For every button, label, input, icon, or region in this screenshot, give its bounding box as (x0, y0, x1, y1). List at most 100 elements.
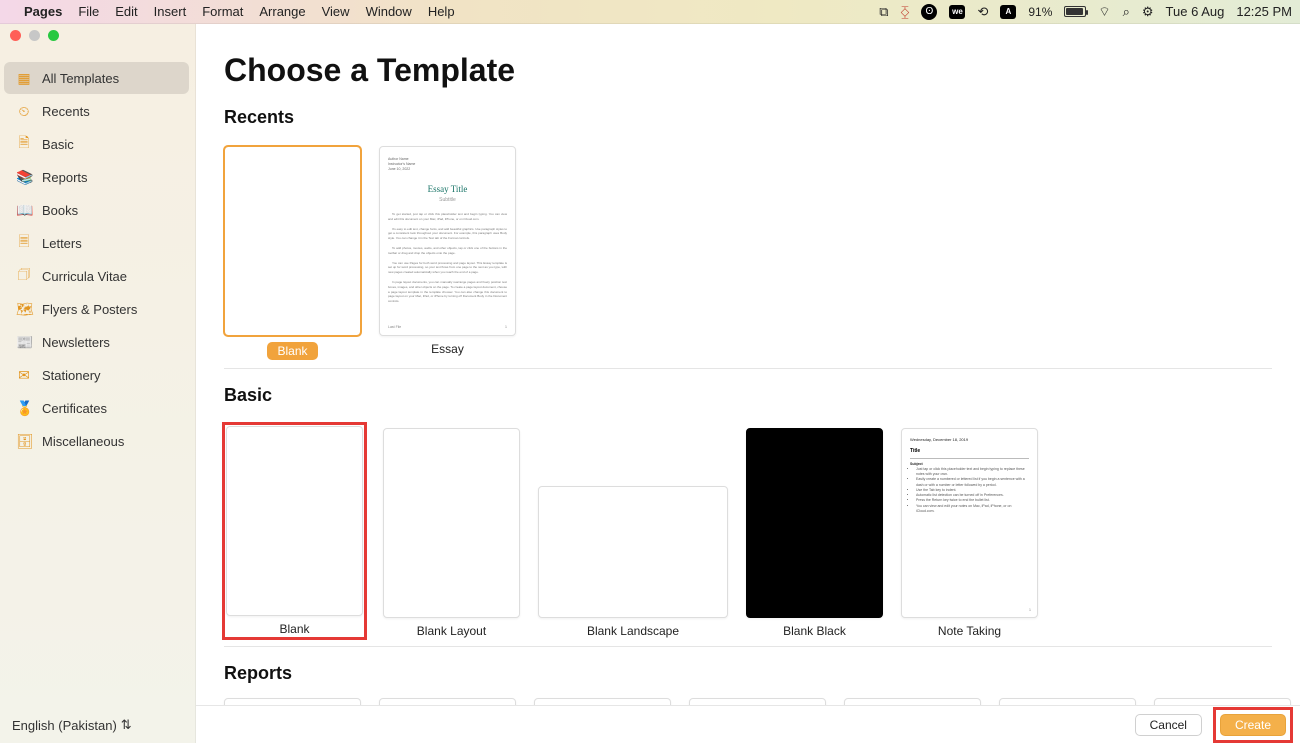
keyboard-input-icon[interactable]: A (1000, 5, 1016, 19)
flyers-icon: 🗺 (16, 301, 32, 318)
sidebar-item-label: Reports (42, 170, 88, 185)
menubar-time[interactable]: 12:25 PM (1236, 4, 1292, 19)
essay-subtitle: Subtitle (388, 196, 507, 204)
updown-icon: ⇅ (121, 717, 132, 733)
language-selector[interactable]: English (Pakistan) ⇅ (0, 707, 195, 743)
template-thumbnail: Wednesday, December 18, 2019 Title Subje… (901, 428, 1038, 618)
status-app-icon-2[interactable]: ʘ (921, 4, 937, 20)
misc-icon: 🗄 (16, 433, 32, 450)
battery-icon[interactable] (1064, 6, 1086, 17)
basic-icon: 🗎 (16, 132, 32, 156)
sidebar-item-label: Books (42, 203, 78, 218)
window-zoom-button[interactable] (48, 30, 59, 41)
certificates-icon: 🏅 (16, 400, 32, 417)
sidebar-item-certificates[interactable]: 🏅 Certificates (4, 392, 189, 424)
menu-edit[interactable]: Edit (115, 4, 137, 19)
template-tile-recent-essay[interactable]: Author Name Instructor's Name June 10, 2… (379, 146, 516, 360)
template-caption: Blank Layout (417, 624, 486, 638)
all-templates-icon: ▦ (16, 70, 32, 87)
footer: Cancel Create (196, 705, 1300, 743)
language-label: English (Pakistan) (12, 718, 117, 733)
template-thumbnail (224, 146, 361, 336)
sidebar-item-label: Recents (42, 104, 90, 119)
template-thumbnail: Author Name Instructor's Name June 10, 2… (379, 146, 516, 336)
app-menu[interactable]: Pages (24, 4, 62, 19)
menubar: Pages File Edit Insert Format Arrange Vi… (0, 0, 1300, 24)
recents-icon: ⏲ (16, 103, 32, 120)
template-tile-report-3[interactable] (534, 698, 671, 705)
window-close-button[interactable] (10, 30, 21, 41)
status-app-icon-3[interactable]: we (949, 5, 965, 19)
template-tile-recent-blank[interactable]: Blank (224, 146, 361, 360)
spotlight-icon[interactable]: ⌕ (1123, 4, 1130, 20)
stationery-icon: ✉ (16, 367, 32, 384)
time-machine-icon[interactable]: ⟲ (977, 4, 988, 20)
template-tile-report-6[interactable] (999, 698, 1136, 705)
sidebar-item-label: Stationery (42, 368, 101, 383)
menu-view[interactable]: View (322, 4, 350, 19)
cv-icon: 🗇 (16, 264, 32, 288)
template-caption: Blank (267, 342, 317, 360)
menu-insert[interactable]: Insert (154, 4, 187, 19)
sidebar-item-books[interactable]: 📖 Books (4, 194, 189, 226)
template-tile-report-4[interactable] (689, 698, 826, 705)
template-caption: Note Taking (938, 624, 1001, 638)
main-content: Choose a Template Recents Blank Author N… (196, 24, 1300, 743)
sidebar-item-all-templates[interactable]: ▦ All Templates (4, 62, 189, 94)
window-minimize-button[interactable] (29, 30, 40, 41)
template-tile-report-7[interactable] (1154, 698, 1291, 705)
sidebar-item-label: Miscellaneous (42, 434, 124, 449)
sidebar-item-newsletters[interactable]: 📰 Newsletters (4, 326, 189, 358)
template-tile-basic-blank[interactable]: Blank (224, 424, 365, 638)
stage-manager-icon[interactable]: ⧉ (879, 4, 888, 20)
section-divider (224, 646, 1272, 647)
letters-icon: 🗏 (16, 231, 32, 255)
menu-help[interactable]: Help (428, 4, 455, 19)
sidebar-item-letters[interactable]: 🗏 Letters (4, 227, 189, 259)
menubar-date[interactable]: Tue 6 Aug (1166, 4, 1225, 19)
template-tile-basic-blank-landscape[interactable]: Blank Landscape (538, 486, 728, 638)
template-tile-report-1[interactable] (224, 698, 361, 705)
template-caption: Essay (431, 342, 464, 356)
template-tile-report-5[interactable] (844, 698, 981, 705)
template-tile-report-2[interactable] (379, 698, 516, 705)
template-tile-basic-blank-layout[interactable]: Blank Layout (383, 428, 520, 638)
section-heading-reports: Reports (224, 663, 1272, 684)
template-tile-basic-note-taking[interactable]: Wednesday, December 18, 2019 Title Subje… (901, 428, 1038, 638)
template-thumbnail (746, 428, 883, 618)
sidebar-item-cv[interactable]: 🗇 Curricula Vitae (4, 260, 189, 292)
template-thumbnail (538, 486, 728, 618)
essay-meta: Author Name Instructor's Name June 10, 2… (388, 157, 507, 172)
sidebar-item-reports[interactable]: 📚 Reports (4, 161, 189, 193)
menu-arrange[interactable]: Arrange (259, 4, 305, 19)
essay-title: Essay Title (388, 182, 507, 196)
template-scroller[interactable]: Choose a Template Recents Blank Author N… (196, 24, 1300, 705)
sidebar-item-label: Letters (42, 236, 82, 251)
template-caption: Blank Landscape (587, 624, 679, 638)
section-heading-basic: Basic (224, 385, 1272, 406)
template-caption: Blank (279, 622, 309, 636)
template-thumbnail (226, 426, 363, 616)
cancel-button[interactable]: Cancel (1135, 714, 1202, 736)
battery-percent: 91% (1028, 5, 1052, 19)
menu-format[interactable]: Format (202, 4, 243, 19)
sidebar-item-misc[interactable]: 🗄 Miscellaneous (4, 425, 189, 457)
sidebar-item-label: Certificates (42, 401, 107, 416)
section-heading-recents: Recents (224, 107, 1272, 128)
sidebar-item-label: Flyers & Posters (42, 302, 137, 317)
wifi-icon[interactable]: ⌔ (1098, 4, 1110, 20)
menu-window[interactable]: Window (366, 4, 412, 19)
section-divider (224, 368, 1272, 369)
books-icon: 📖 (16, 202, 32, 219)
template-chooser-window: ▦ All Templates ⏲ Recents 🗎 Basic 📚 Repo… (0, 24, 1300, 743)
control-center-icon[interactable]: ⚙ (1142, 4, 1154, 20)
sidebar-item-flyers[interactable]: 🗺 Flyers & Posters (4, 293, 189, 325)
create-button[interactable]: Create (1220, 714, 1286, 736)
status-app-icon-1[interactable]: ⧰ (901, 4, 910, 20)
newsletters-icon: 📰 (16, 334, 32, 351)
sidebar-item-stationery[interactable]: ✉ Stationery (4, 359, 189, 391)
sidebar-item-recents[interactable]: ⏲ Recents (4, 95, 189, 127)
menu-file[interactable]: File (78, 4, 99, 19)
template-tile-basic-blank-black[interactable]: Blank Black (746, 428, 883, 638)
sidebar-item-basic[interactable]: 🗎 Basic (4, 128, 189, 160)
